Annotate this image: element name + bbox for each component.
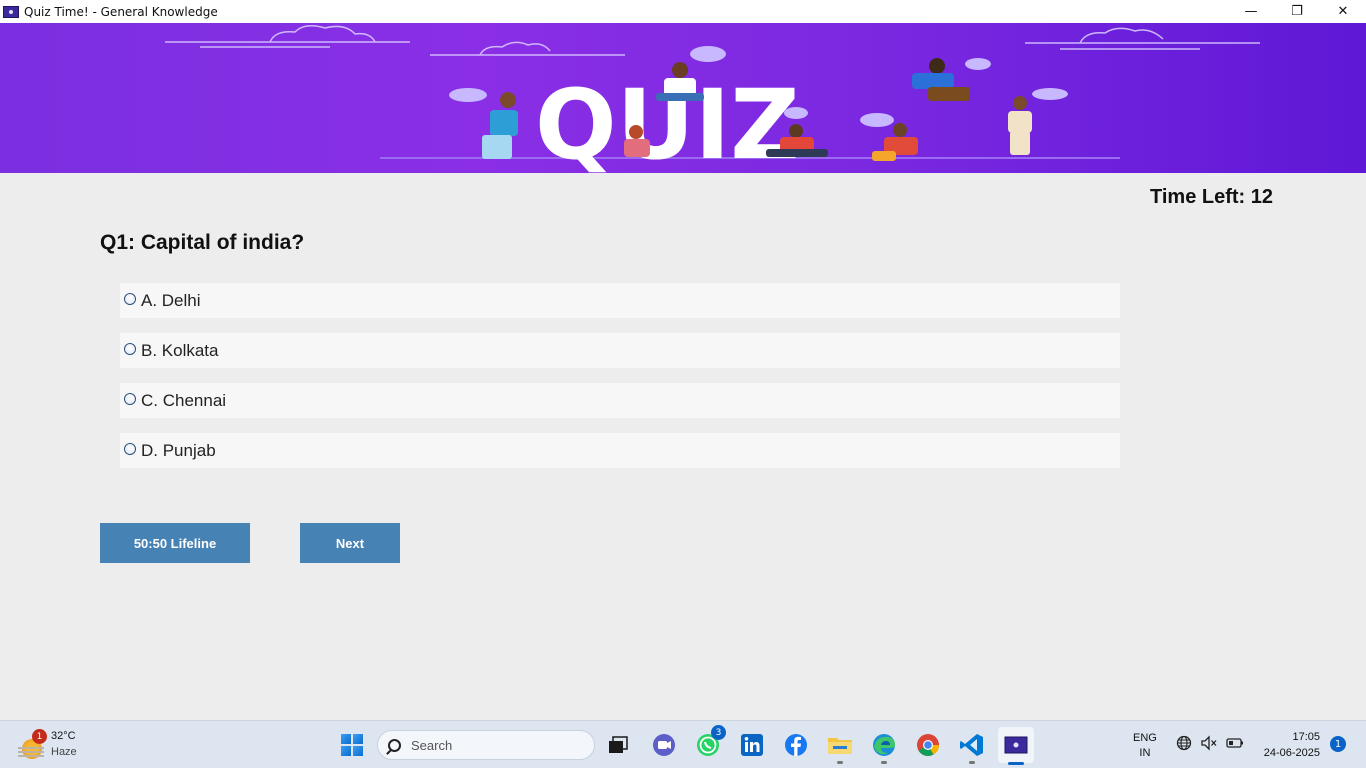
teams-icon[interactable] xyxy=(648,729,680,761)
whatsapp-icon[interactable]: 3 xyxy=(692,725,726,761)
task-view-icon[interactable] xyxy=(602,729,634,761)
window-titlebar: Quiz Time! - General Knowledge — ❐ ✕ xyxy=(0,0,1366,23)
windows-start-icon[interactable] xyxy=(336,729,368,761)
region-code: IN xyxy=(1139,747,1151,759)
option-b[interactable]: B. Kolkata xyxy=(120,333,1120,368)
facebook-icon[interactable] xyxy=(780,729,812,761)
volume-muted-icon[interactable] xyxy=(1200,735,1218,751)
chrome-icon[interactable] xyxy=(912,729,944,761)
question-text: Q1: Capital of india? xyxy=(100,231,305,254)
banner-illustration: QUIZ xyxy=(165,25,1260,173)
search-placeholder: Search xyxy=(411,737,453,753)
window-title: Quiz Time! - General Knowledge xyxy=(24,4,218,19)
answer-options: A. Delhi B. Kolkata C. Chennai D. Punjab xyxy=(120,283,1120,483)
haze-lines-icon xyxy=(18,747,44,757)
next-button[interactable]: Next xyxy=(300,523,400,563)
option-b-label: B. Kolkata xyxy=(141,340,219,360)
option-d[interactable]: D. Punjab xyxy=(120,433,1120,468)
language-code: ENG xyxy=(1133,732,1157,744)
taskbar: 1 32°C Haze Search 3 ENG IN 17:05 24-06-… xyxy=(0,720,1366,768)
vscode-running-indicator xyxy=(969,761,975,764)
option-d-radio[interactable] xyxy=(124,443,136,455)
battery-icon[interactable] xyxy=(1226,735,1244,751)
quiz-app-icon[interactable] xyxy=(998,727,1034,765)
option-c-label: C. Chennai xyxy=(141,390,227,410)
edge-icon[interactable] xyxy=(868,729,900,764)
vscode-icon[interactable] xyxy=(956,729,988,764)
linkedin-icon[interactable] xyxy=(736,729,768,761)
option-a[interactable]: A. Delhi xyxy=(120,283,1120,318)
option-a-label: A. Delhi xyxy=(141,290,201,310)
clock-date: 24-06-2025 xyxy=(1263,747,1320,759)
option-c[interactable]: C. Chennai xyxy=(120,383,1120,418)
option-c-radio[interactable] xyxy=(124,393,136,405)
language-indicator[interactable]: ENG IN xyxy=(1133,731,1157,761)
notification-badge[interactable]: 1 xyxy=(1330,736,1346,752)
window-controls: — ❐ ✕ xyxy=(1228,0,1366,23)
minimize-button[interactable]: — xyxy=(1228,0,1274,23)
weather-temperature: 32°C xyxy=(51,730,76,742)
edge-running-indicator xyxy=(881,761,887,764)
system-clock[interactable]: 17:05 24-06-2025 xyxy=(1250,729,1320,761)
lifeline-button[interactable]: 50:50 Lifeline xyxy=(100,523,250,563)
search-icon xyxy=(388,738,401,752)
option-b-radio[interactable] xyxy=(124,343,136,355)
whatsapp-badge: 3 xyxy=(711,725,726,740)
app-icon xyxy=(3,5,19,18)
option-a-radio[interactable] xyxy=(124,293,136,305)
quiz-app-running-indicator xyxy=(1008,762,1024,765)
quiz-banner: QUIZ xyxy=(0,23,1366,173)
timer-label: Time Left: 12 xyxy=(1150,186,1273,208)
option-d-label: D. Punjab xyxy=(141,440,216,460)
maximize-button[interactable]: ❐ xyxy=(1274,0,1320,23)
clock-time: 17:05 xyxy=(1292,731,1320,743)
system-tray xyxy=(1176,735,1244,751)
taskbar-search[interactable]: Search xyxy=(377,730,595,760)
file-explorer-running-indicator xyxy=(837,761,843,764)
file-explorer-icon[interactable] xyxy=(824,729,856,764)
weather-badge: 1 xyxy=(32,729,47,744)
network-icon[interactable] xyxy=(1176,735,1192,751)
close-button[interactable]: ✕ xyxy=(1320,0,1366,23)
weather-widget[interactable]: 1 32°C Haze xyxy=(18,727,98,763)
weather-condition: Haze xyxy=(51,746,77,758)
